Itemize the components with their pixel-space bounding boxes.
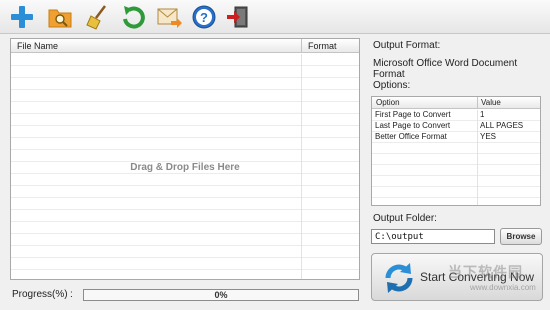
watermark-text: 当下软件园	[448, 264, 523, 280]
options-label: Options:	[373, 80, 411, 91]
options-row[interactable]: Better Office Format YES	[372, 132, 540, 142]
progress-label: Progress(%)	[12, 289, 68, 300]
column-header-file-name[interactable]: File Name	[17, 41, 58, 51]
convert-refresh-icon	[385, 263, 413, 293]
option-name: First Page to Convert	[375, 110, 451, 119]
send-mail-button[interactable]	[155, 3, 183, 31]
help-button[interactable]: ?	[190, 3, 218, 31]
output-folder-label: Output Folder:	[373, 213, 437, 224]
column-divider	[301, 39, 302, 53]
watermark-url: www.downxia.com	[470, 283, 536, 292]
output-format-value: Microsoft Office Word Document Format	[373, 58, 518, 80]
options-row[interactable]: Last Page to Convert ALL PAGES	[372, 121, 540, 131]
option-value[interactable]: YES	[480, 132, 496, 142]
mail-forward-icon	[157, 8, 182, 28]
column-header-option: Option	[376, 98, 400, 107]
column-header-format[interactable]: Format	[308, 41, 337, 51]
options-row[interactable]: First Page to Convert 1	[372, 110, 540, 120]
progress-colon: :	[70, 289, 73, 300]
drag-drop-hint: Drag & Drop Files Here	[130, 162, 240, 173]
option-name: Last Page to Convert	[375, 121, 451, 130]
option-name: Better Office Format	[375, 132, 447, 141]
folder-search-icon	[48, 9, 72, 28]
output-folder-input[interactable]	[371, 229, 495, 244]
file-list-body[interactable]: Drag & Drop Files Here	[11, 54, 359, 279]
toolbar: ?	[0, 0, 550, 34]
broom-icon	[86, 5, 106, 30]
progress-bar: 0%	[83, 289, 359, 301]
option-value[interactable]: 1	[480, 110, 484, 120]
svg-text:?: ?	[200, 10, 208, 25]
help-icon: ?	[192, 5, 216, 29]
option-value[interactable]: ALL PAGES	[480, 121, 523, 131]
options-table-body: First Page to Convert 1 Last Page to Con…	[372, 110, 540, 205]
exit-icon	[227, 6, 248, 28]
clear-list-button[interactable]	[84, 3, 112, 31]
add-files-button[interactable]	[8, 3, 36, 31]
progress-value: 0%	[214, 290, 228, 300]
browse-button[interactable]: Browse	[500, 228, 542, 245]
exit-button[interactable]	[224, 3, 252, 31]
column-divider	[477, 97, 478, 109]
column-header-value: Value	[481, 98, 501, 107]
options-table: Option Value First Page to Convert 1 Las…	[371, 96, 541, 206]
add-icon	[11, 6, 33, 28]
file-list-header: File Name Format	[11, 39, 359, 53]
file-list[interactable]: File Name Format Drag & Drop Files Here	[10, 38, 360, 280]
output-format-label: Output Format:	[373, 40, 441, 51]
options-table-header: Option Value	[372, 97, 540, 109]
refresh-button[interactable]	[120, 3, 148, 31]
refresh-arrow-icon	[123, 6, 145, 29]
open-folder-button[interactable]	[46, 3, 74, 31]
